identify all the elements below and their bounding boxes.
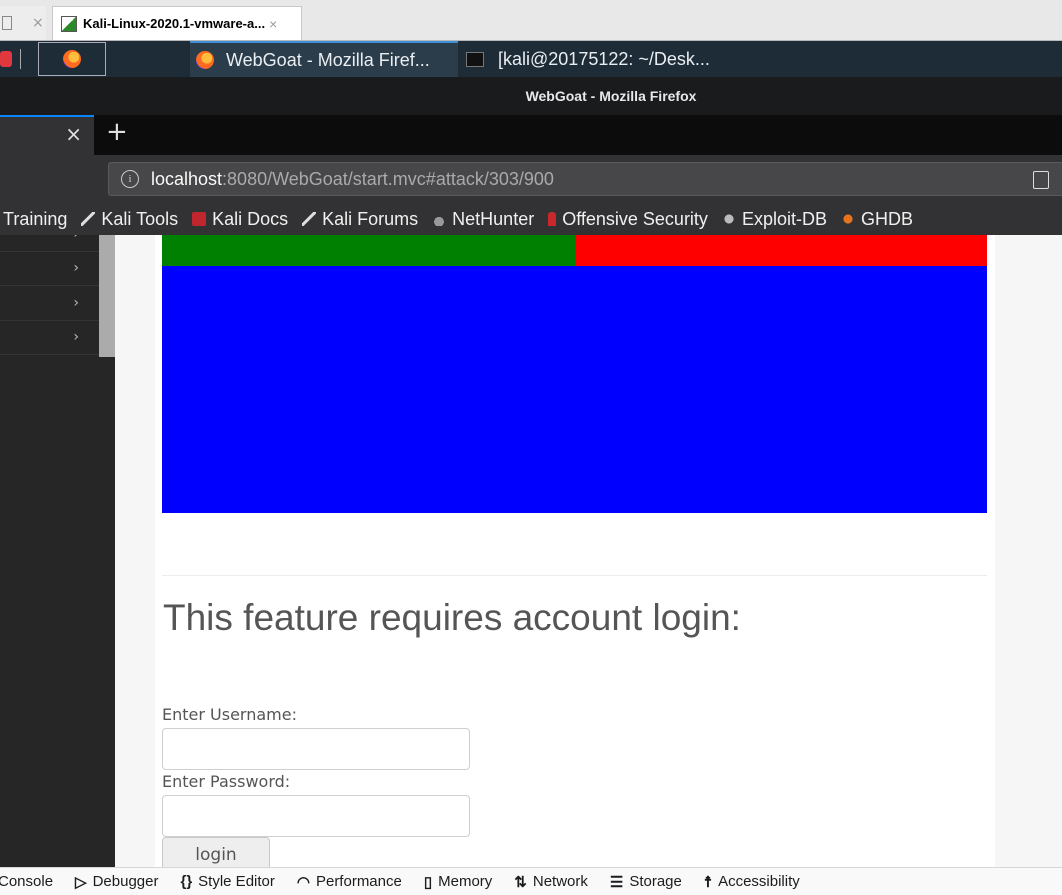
devtools-tab-style-editor[interactable]: {} Style Editor [180,873,274,890]
bookmark-kali-forums[interactable]: Kali Forums [302,209,418,230]
accessibility-icon: ☨ [703,873,713,891]
bookmark-nethunter[interactable]: NetHunter [432,209,534,230]
navigation-toolbar: i localhost:8080/WebGoat/start.mvc#attac… [0,155,1062,203]
debugger-icon: ▷ [75,873,87,891]
panel-separator [20,49,21,69]
sidebar-item[interactable]: › [0,321,99,355]
password-label: Enter Password: [162,772,291,791]
username-label: Enter Username: [162,705,297,724]
close-icon[interactable]: × [269,16,277,32]
kali-dragon-icon [302,212,317,226]
chevron-right-icon: › [73,260,79,276]
green-block [162,235,575,266]
login-button[interactable]: login [162,837,270,867]
vmware-tab-label: Kali-Linux-2020.1-vmware-a... [83,16,266,31]
devtools-tab-performance[interactable]: ◠ Performance [297,873,402,891]
blue-block [162,266,987,513]
devtools-tab-console[interactable]: Console [0,873,53,890]
reader-view-icon[interactable] [1033,171,1049,189]
memory-chip-icon: ▯ [423,873,433,891]
taskbar-item-terminal[interactable]: [kali@20175122: ~/Desk... [460,41,760,77]
url-host: localhost [151,168,223,189]
taskbar-item-label: WebGoat - Mozilla Firef... [226,49,430,70]
url-path: :8080/WebGoat/start.mvc#attack/303/900 [222,168,554,189]
exploit-db-icon [721,212,736,226]
sidebar-scrollbar[interactable] [99,235,115,357]
devtools-tab-network[interactable]: ⇅ Network [514,873,588,891]
kali-menu-icon[interactable] [0,51,12,67]
devtools-toolbar: Console ▷ Debugger {} Style Editor ◠ Perfor… [0,867,1062,895]
bookmark-kali-tools[interactable]: Kali Tools [81,209,178,230]
bookmark-training[interactable]: Training [3,209,67,230]
url-bar[interactable]: i localhost:8080/WebGoat/start.mvc#attac… [108,162,1062,196]
browser-tab-strip: × + [0,115,1062,155]
kali-docs-icon [192,212,207,226]
devtools-tab-memory[interactable]: ▯ Memory [424,873,492,891]
bookmark-kali-docs[interactable]: Kali Docs [192,209,288,230]
bookmarks-toolbar: Training Kali Tools Kali Docs Kali Forum… [0,203,1062,235]
divider [162,575,987,576]
sidebar-item[interactable]: › [0,235,99,252]
username-field[interactable] [162,728,470,770]
page-viewport: › › › › This feature requires account lo… [0,235,1062,867]
firefox-launcher[interactable] [38,42,106,76]
devtools-tab-accessibility[interactable]: ☨ Accessibility [704,873,800,891]
kali-dragon-icon [81,212,96,226]
up-down-arrows-icon: ⇅ [514,873,527,891]
chevron-right-icon: › [73,235,79,242]
chevron-right-icon: › [73,329,79,345]
firefox-icon [196,51,214,69]
info-icon[interactable]: i [121,170,139,188]
red-block [575,235,987,266]
bookmark-exploit-db[interactable]: Exploit-DB [721,209,827,230]
browser-tab-active[interactable]: × [0,115,94,155]
desktop-panel: WebGoat - Mozilla Firef... [kali@2017512… [0,41,1062,77]
offsec-icon [548,212,557,226]
storage-icon: ☰ [609,873,624,891]
sidebar-item[interactable]: › [0,252,99,286]
close-icon[interactable]: × [32,15,44,31]
bookmark-offensive-security[interactable]: Offensive Security [548,209,708,230]
close-icon[interactable]: × [65,122,82,146]
ghdb-icon [840,212,855,226]
firefox-icon [63,50,81,68]
terminal-icon [466,51,484,67]
gauge-icon: ◠ [296,873,310,891]
new-tab-button[interactable]: + [106,117,128,147]
vm-icon [2,16,12,30]
window-title: WebGoat - Mozilla Firefox [0,77,1062,115]
taskbar-item-firefox[interactable]: WebGoat - Mozilla Firef... [190,41,458,77]
devtools-tab-storage[interactable]: ☰ Storage [610,873,682,891]
vm-running-icon [61,15,77,32]
sidebar-item[interactable]: › [0,287,99,321]
chevron-right-icon: › [73,295,79,311]
vmware-tab-strip: × Kali-Linux-2020.1-vmware-a... × [0,0,1062,41]
devtools-tab-debugger[interactable]: ▷ Debugger [75,873,158,891]
webgoat-sidebar: › › › › [0,235,115,867]
login-heading: This feature requires account login: [163,597,741,638]
vmware-tab-kali[interactable]: Kali-Linux-2020.1-vmware-a... × [52,6,302,40]
braces-icon: {} [180,873,193,890]
nethunter-icon [432,212,447,226]
bookmark-ghdb[interactable]: GHDB [840,209,913,230]
password-field[interactable] [162,795,470,837]
lesson-content: This feature requires account login: Ent… [155,235,995,867]
taskbar-item-label: [kali@20175122: ~/Desk... [498,48,710,69]
vmware-tab-previous[interactable]: × [0,6,46,40]
